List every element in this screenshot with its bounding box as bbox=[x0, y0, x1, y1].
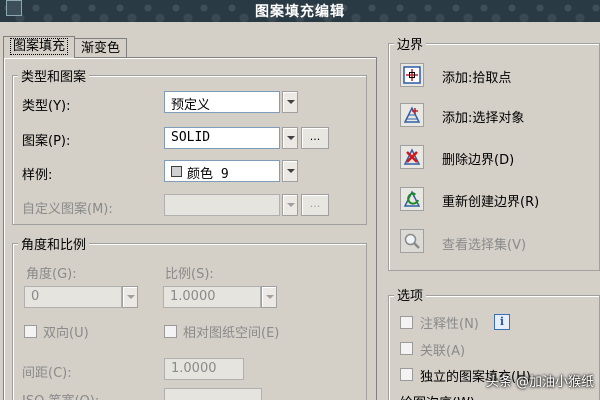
title-bar[interactable]: 图案填充编辑 bbox=[0, 0, 600, 22]
angle-dropdown-button[interactable] bbox=[122, 286, 138, 308]
scale-select[interactable]: 1.0000 bbox=[163, 286, 261, 308]
iso-pen-width-select[interactable] bbox=[164, 388, 262, 400]
info-icon[interactable]: i bbox=[494, 314, 510, 330]
custom-pattern-dropdown-button[interactable] bbox=[282, 194, 298, 216]
annotative-checkbox[interactable] bbox=[400, 316, 413, 329]
select-objects-label[interactable]: 添加:选择对象 bbox=[442, 107, 524, 126]
remove-boundary-label[interactable]: 删除边界(D) bbox=[442, 149, 514, 168]
options-legend: 选项 bbox=[394, 285, 427, 304]
pattern-value: SOLID bbox=[171, 130, 211, 145]
tab-gradient[interactable]: 渐变色 bbox=[74, 38, 128, 58]
pick-points-label[interactable]: 添加:拾取点 bbox=[442, 67, 511, 86]
swatch-select[interactable]: 颜色 9 bbox=[164, 160, 280, 182]
type-select[interactable]: 预定义 bbox=[164, 91, 280, 113]
double-label: 双向(U) bbox=[43, 326, 89, 341]
scale-value: 1.0000 bbox=[170, 289, 216, 304]
select-objects-icon bbox=[403, 106, 421, 123]
angle-value: 0 bbox=[31, 289, 40, 304]
relative-paper-space-checkbox[interactable] bbox=[164, 325, 177, 338]
pattern-label: 图案(P): bbox=[22, 134, 71, 149]
independent-hatch-checkbox[interactable] bbox=[400, 368, 413, 381]
swatch-label: 样例: bbox=[22, 168, 53, 183]
double-checkbox[interactable] bbox=[24, 325, 37, 338]
scale-label: 比例(S): bbox=[165, 267, 214, 282]
boundaries-legend: 边界 bbox=[394, 34, 427, 53]
type-label: 类型(Y): bbox=[22, 99, 71, 114]
recreate-boundary-icon bbox=[403, 190, 421, 207]
custom-pattern-browse-button[interactable]: ... bbox=[301, 194, 329, 216]
type-dropdown-button[interactable] bbox=[282, 91, 298, 113]
angle-label: 角度(G): bbox=[26, 267, 77, 282]
remove-boundary-button[interactable] bbox=[400, 145, 424, 169]
scale-dropdown-button[interactable] bbox=[261, 286, 277, 308]
draw-order-label: 绘图次序(W): bbox=[400, 392, 479, 400]
custom-pattern-label: 自定义图案(M): bbox=[22, 202, 113, 217]
tab-pattern-fill[interactable]: 图案填充 bbox=[3, 36, 76, 58]
spacing-input[interactable]: 1.0000 bbox=[164, 358, 244, 380]
swatch-value: 颜色 9 bbox=[187, 167, 229, 182]
relative-paper-space-label: 相对图纸空间(E) bbox=[183, 326, 280, 341]
annotative-label: 注释性(N) bbox=[420, 317, 479, 332]
pick-points-icon bbox=[403, 66, 421, 84]
remove-boundary-icon bbox=[403, 148, 421, 165]
recreate-boundary-label[interactable]: 重新创建边界(R) bbox=[442, 191, 539, 210]
custom-pattern-select[interactable] bbox=[164, 194, 280, 216]
view-selection-button[interactable] bbox=[400, 229, 424, 253]
swatch-color-box bbox=[171, 166, 182, 177]
associative-label: 关联(A) bbox=[420, 344, 466, 359]
select-objects-button[interactable] bbox=[400, 103, 424, 127]
pattern-select[interactable]: SOLID bbox=[164, 127, 280, 149]
swatch-dropdown-button[interactable] bbox=[282, 160, 298, 182]
recreate-boundary-button[interactable] bbox=[400, 187, 424, 211]
pattern-browse-button[interactable]: ... bbox=[301, 127, 329, 149]
view-selection-icon bbox=[404, 233, 420, 249]
iso-pen-width-label: ISO 笔宽(O): bbox=[22, 390, 99, 400]
type-pattern-legend: 类型和图案 bbox=[18, 66, 90, 85]
type-value: 预定义 bbox=[171, 98, 211, 113]
view-selection-label[interactable]: 查看选择集(V) bbox=[442, 234, 526, 253]
spacing-label: 间距(C): bbox=[22, 366, 72, 381]
window-title: 图案填充编辑 bbox=[255, 4, 345, 20]
watermark-text: 头条 @加油小猴纸 bbox=[485, 375, 594, 390]
associative-checkbox[interactable] bbox=[400, 342, 413, 355]
pick-points-button[interactable] bbox=[400, 63, 424, 87]
tab-pattern-fill-label: 图案填充 bbox=[10, 38, 69, 55]
spacing-value: 1.0000 bbox=[171, 361, 217, 376]
angle-select[interactable]: 0 bbox=[24, 286, 122, 308]
tab-gradient-label: 渐变色 bbox=[81, 41, 121, 56]
pattern-dropdown-button[interactable] bbox=[282, 127, 298, 149]
angle-scale-legend: 角度和比例 bbox=[18, 234, 90, 253]
